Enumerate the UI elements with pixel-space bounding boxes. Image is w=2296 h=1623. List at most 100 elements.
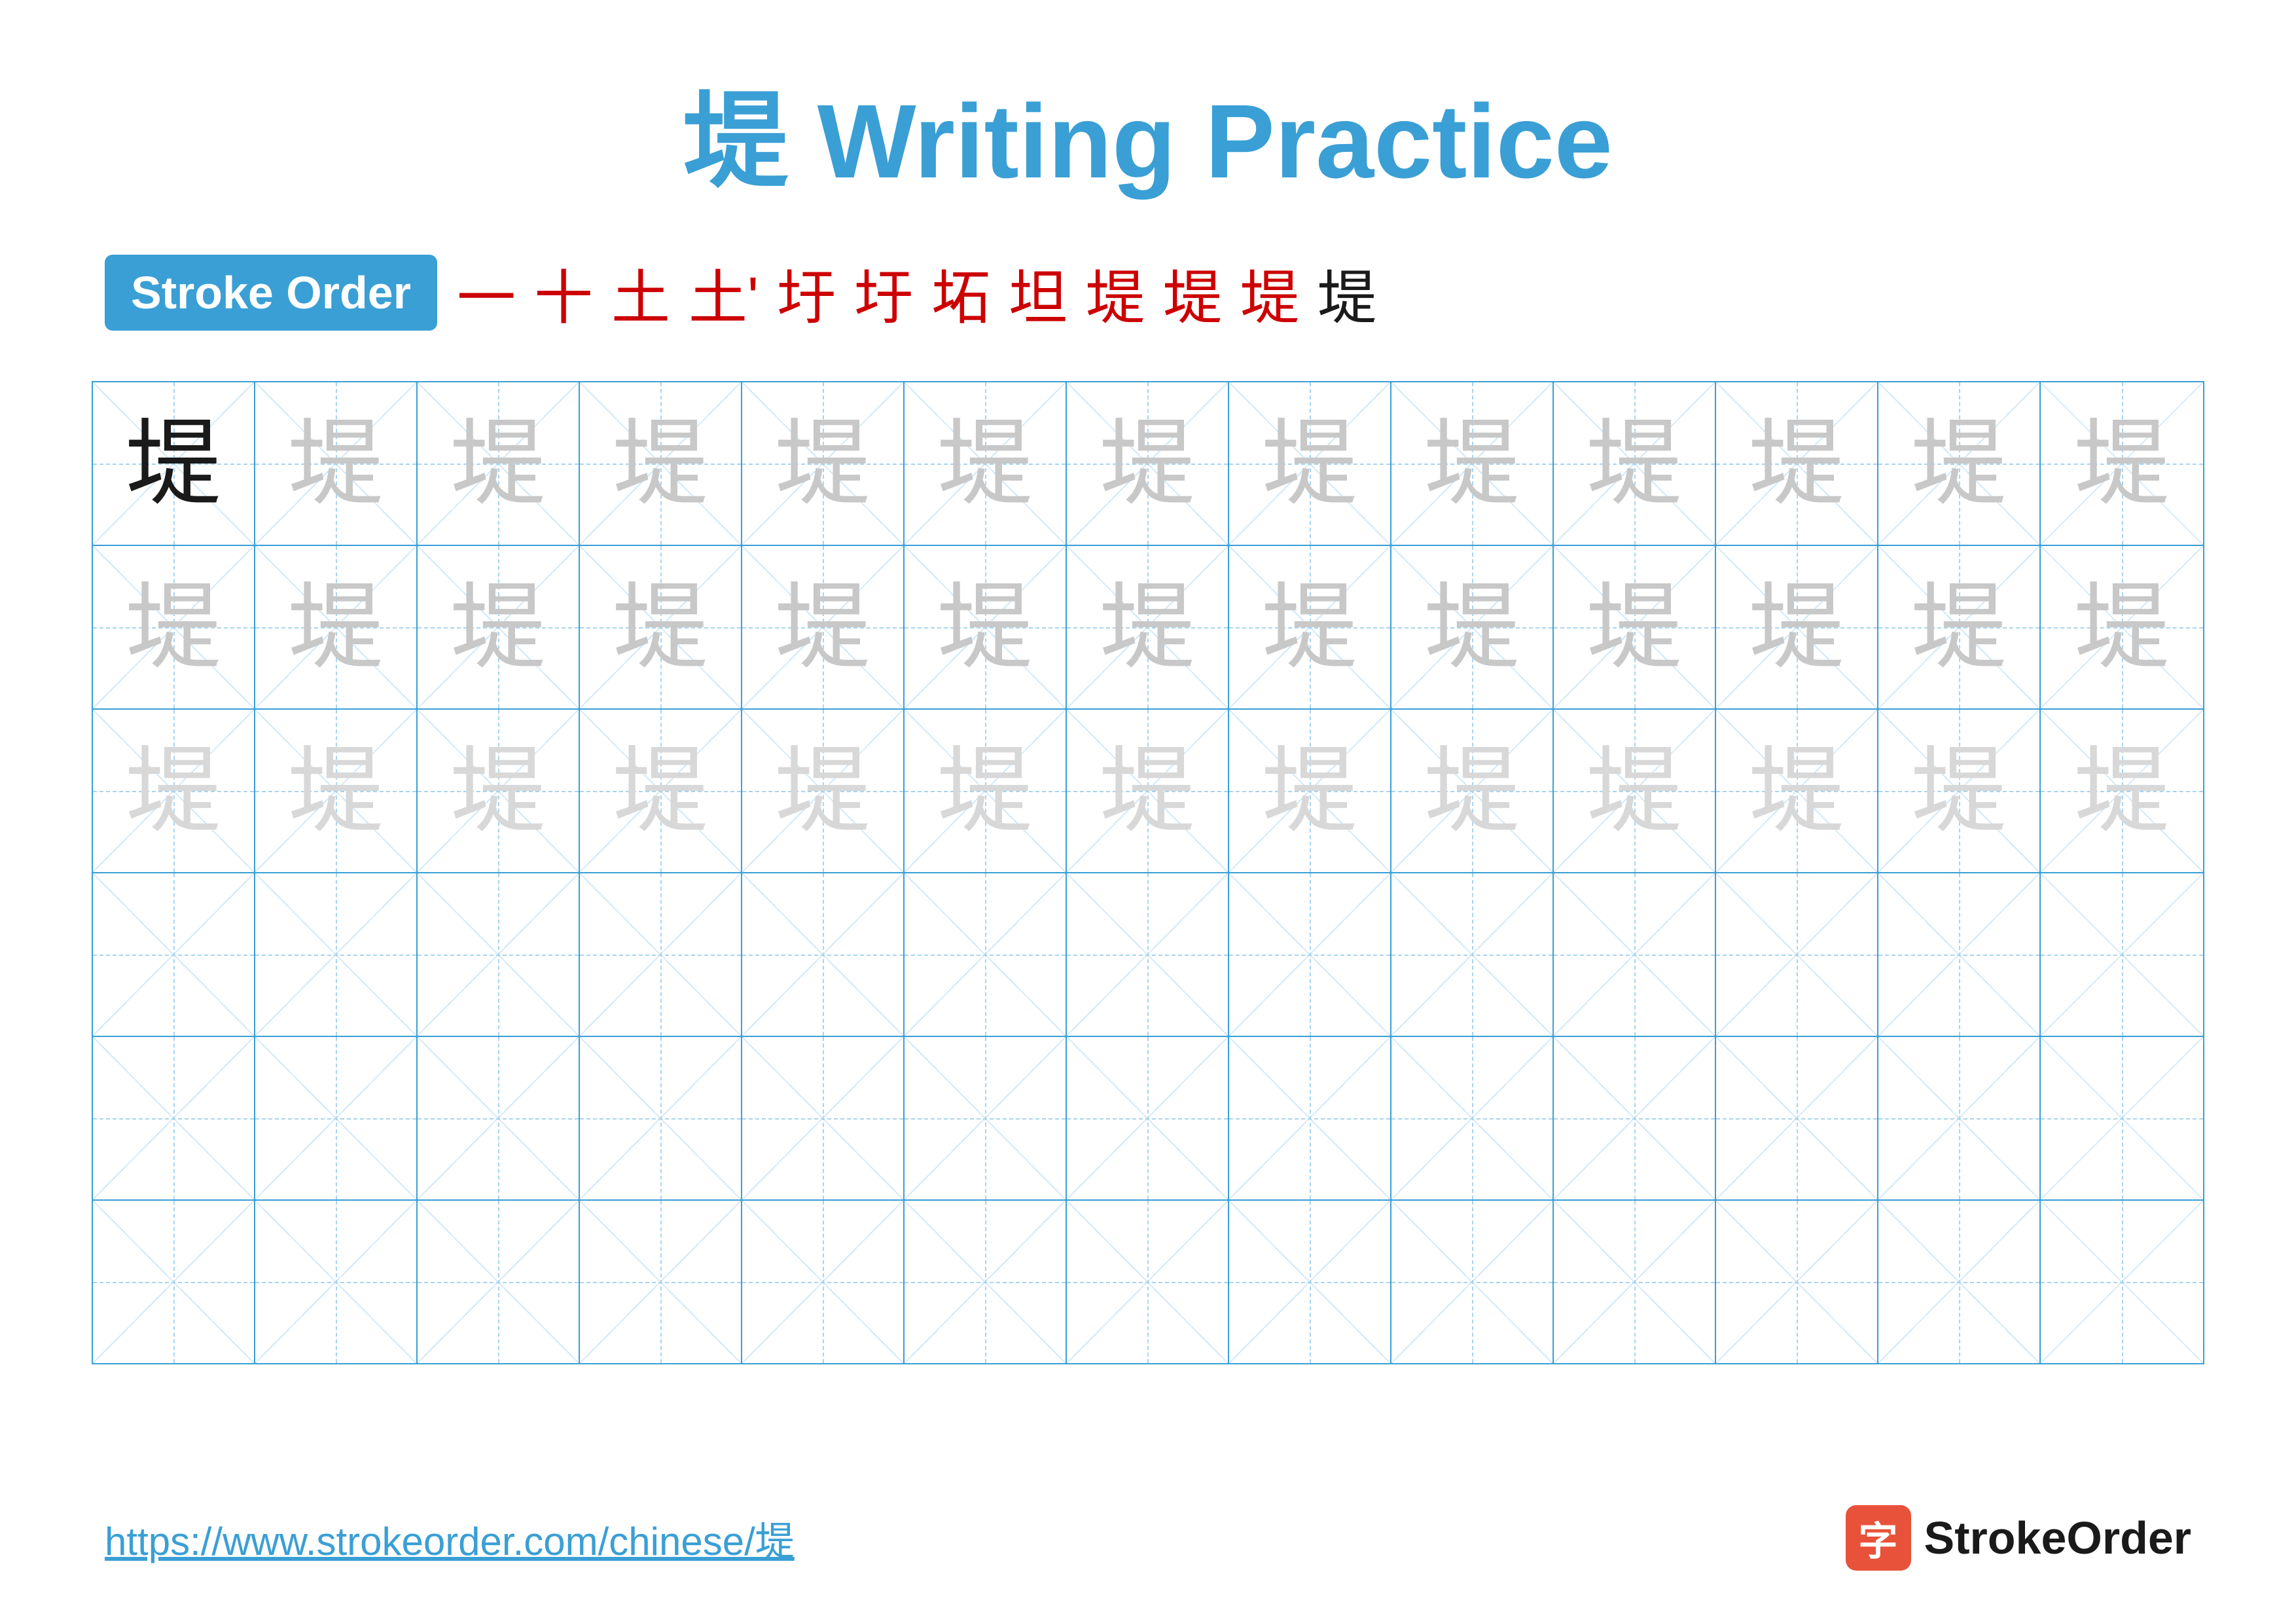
grid-row-4 xyxy=(93,873,2203,1037)
grid-cell-r6-c11[interactable] xyxy=(1716,1201,1878,1363)
grid-cell-r4-c7[interactable] xyxy=(1067,873,1229,1036)
grid-cell-r2-c9: 堤 xyxy=(1391,546,1554,708)
grid-cell-r5-c12[interactable] xyxy=(1878,1037,2041,1199)
grid-cell-r3-c3: 堤 xyxy=(418,710,580,872)
grid-cell-r3-c11: 堤 xyxy=(1716,710,1878,872)
logo-icon: 字 xyxy=(1846,1505,1911,1571)
grid-cell-r1-c5: 堤 xyxy=(742,382,905,545)
stroke-step-2: 十 xyxy=(534,250,593,335)
grid-cell-r5-c11[interactable] xyxy=(1716,1037,1878,1199)
footer: https://www.strokeorder.com/chinese/堤 字 … xyxy=(0,1505,2296,1571)
logo-text: StrokeOrder xyxy=(1924,1512,2191,1564)
grid-cell-r1-c4: 堤 xyxy=(580,382,742,545)
stroke-step-8: 坦 xyxy=(1009,250,1067,335)
grid-cell-r4-c3[interactable] xyxy=(418,873,580,1036)
grid-cell-r2-c7: 堤 xyxy=(1067,546,1229,708)
grid-cell-r4-c6[interactable] xyxy=(905,873,1067,1036)
grid-cell-r6-c8[interactable] xyxy=(1229,1201,1391,1363)
grid-cell-r1-c7: 堤 xyxy=(1067,382,1229,545)
grid-cell-r4-c5[interactable] xyxy=(742,873,905,1036)
grid-cell-r4-c2[interactable] xyxy=(255,873,418,1036)
stroke-step-5: 圩 xyxy=(777,250,836,335)
grid-cell-r5-c5[interactable] xyxy=(742,1037,905,1199)
grid-cell-r1-c11: 堤 xyxy=(1716,382,1878,545)
grid-cell-r3-c13: 堤 xyxy=(2041,710,2203,872)
grid-cell-r2-c5: 堤 xyxy=(742,546,905,708)
grid-cell-r6-c12[interactable] xyxy=(1878,1201,2041,1363)
stroke-step-12: 堤 xyxy=(1318,250,1376,335)
grid-cell-r1-c6: 堤 xyxy=(905,382,1067,545)
grid-cell-r4-c1[interactable] xyxy=(93,873,255,1036)
grid-cell-r2-c13: 堤 xyxy=(2041,546,2203,708)
grid-cell-r5-c3[interactable] xyxy=(418,1037,580,1199)
grid-cell-r4-c13[interactable] xyxy=(2041,873,2203,1036)
grid-row-6 xyxy=(93,1201,2203,1363)
grid-cell-r3-c4: 堤 xyxy=(580,710,742,872)
grid-cell-r1-c13: 堤 xyxy=(2041,382,2203,545)
grid-cell-r4-c9[interactable] xyxy=(1391,873,1554,1036)
stroke-step-6: 圩 xyxy=(854,250,913,335)
stroke-step-10: 堤 xyxy=(1163,250,1222,335)
grid-cell-r6-c1[interactable] xyxy=(93,1201,255,1363)
grid-cell-r4-c4[interactable] xyxy=(580,873,742,1036)
grid-cell-r6-c4[interactable] xyxy=(580,1201,742,1363)
grid-cell-r3-c9: 堤 xyxy=(1391,710,1554,872)
footer-url[interactable]: https://www.strokeorder.com/chinese/堤 xyxy=(105,1510,795,1567)
grid-cell-r3-c2: 堤 xyxy=(255,710,418,872)
grid-row-5 xyxy=(93,1037,2203,1201)
grid-cell-r5-c13[interactable] xyxy=(2041,1037,2203,1199)
grid-cell-r6-c6[interactable] xyxy=(905,1201,1067,1363)
footer-logo: 字 StrokeOrder xyxy=(1846,1505,2191,1571)
grid-cell-r2-c11: 堤 xyxy=(1716,546,1878,708)
grid-cell-r6-c3[interactable] xyxy=(418,1201,580,1363)
grid-cell-r2-c10: 堤 xyxy=(1554,546,1716,708)
char-dark: 堤 xyxy=(126,416,221,511)
grid-cell-r2-c6: 堤 xyxy=(905,546,1067,708)
grid-cell-r6-c10[interactable] xyxy=(1554,1201,1716,1363)
grid-cell-r1-c8: 堤 xyxy=(1229,382,1391,545)
grid-cell-r1-c9: 堤 xyxy=(1391,382,1554,545)
grid-cell-r3-c7: 堤 xyxy=(1067,710,1229,872)
grid-cell-r2-c2: 堤 xyxy=(255,546,418,708)
grid-cell-r5-c2[interactable] xyxy=(255,1037,418,1199)
grid-cell-r2-c8: 堤 xyxy=(1229,546,1391,708)
grid-cell-r5-c7[interactable] xyxy=(1067,1037,1229,1199)
grid-cell-r6-c2[interactable] xyxy=(255,1201,418,1363)
grid-cell-r6-c13[interactable] xyxy=(2041,1201,2203,1363)
grid-cell-r3-c12: 堤 xyxy=(1878,710,2041,872)
logo-char: 字 xyxy=(1859,1510,1898,1567)
stroke-step-7: 坧 xyxy=(931,250,990,335)
grid-cell-r4-c12[interactable] xyxy=(1878,873,2041,1036)
grid-row-3: 堤 堤 堤 堤 堤 堤 堤 堤 堤 堤 堤 堤 堤 xyxy=(93,710,2203,873)
grid-cell-r1-c12: 堤 xyxy=(1878,382,2041,545)
stroke-steps: 一 十 土 土' 圩 圩 坧 坦 堤 堤 堤 堤 xyxy=(457,250,1376,335)
grid-cell-r2-c1: 堤 xyxy=(93,546,255,708)
title-area: 堤 Writing Practice xyxy=(0,0,2296,230)
grid-cell-r1-c1: 堤 xyxy=(93,382,255,545)
grid-cell-r5-c8[interactable] xyxy=(1229,1037,1391,1199)
stroke-order-badge: Stroke Order xyxy=(105,255,437,331)
grid-row-1: 堤 堤 堤 堤 堤 堤 堤 堤 堤 堤 堤 堤 堤 xyxy=(93,382,2203,546)
grid-cell-r6-c5[interactable] xyxy=(742,1201,905,1363)
grid-cell-r2-c4: 堤 xyxy=(580,546,742,708)
stroke-step-11: 堤 xyxy=(1240,250,1299,335)
stroke-step-4: 土' xyxy=(689,250,759,335)
grid-cell-r5-c9[interactable] xyxy=(1391,1037,1554,1199)
grid-cell-r5-c10[interactable] xyxy=(1554,1037,1716,1199)
grid-cell-r5-c6[interactable] xyxy=(905,1037,1067,1199)
grid-cell-r6-c7[interactable] xyxy=(1067,1201,1229,1363)
grid-cell-r3-c1: 堤 xyxy=(93,710,255,872)
stroke-step-1: 一 xyxy=(457,250,516,335)
grid-cell-r3-c5: 堤 xyxy=(742,710,905,872)
grid-cell-r5-c4[interactable] xyxy=(580,1037,742,1199)
grid-cell-r4-c8[interactable] xyxy=(1229,873,1391,1036)
grid-cell-r1-c3: 堤 xyxy=(418,382,580,545)
grid-cell-r5-c1[interactable] xyxy=(93,1037,255,1199)
grid-cell-r6-c9[interactable] xyxy=(1391,1201,1554,1363)
grid-cell-r4-c11[interactable] xyxy=(1716,873,1878,1036)
grid-cell-r3-c10: 堤 xyxy=(1554,710,1716,872)
page-title: 堤 Writing Practice xyxy=(0,79,2296,204)
grid-cell-r4-c10[interactable] xyxy=(1554,873,1716,1036)
practice-grid: 堤 堤 堤 堤 堤 堤 堤 堤 堤 堤 堤 堤 堤 堤 堤 堤 堤 堤 堤 堤 … xyxy=(92,381,2204,1364)
grid-cell-r2-c12: 堤 xyxy=(1878,546,2041,708)
